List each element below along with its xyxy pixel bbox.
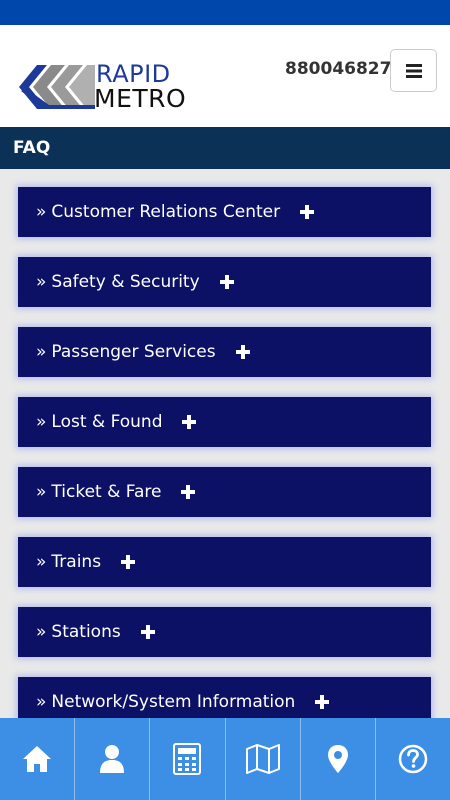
double-chevron-icon: » (36, 342, 47, 362)
plus-icon (235, 345, 250, 359)
help-icon (398, 744, 428, 774)
hamburger-icon (405, 63, 422, 78)
faq-item-passenger-services[interactable]: » Passenger Services (18, 327, 431, 377)
rapid-metro-logo[interactable]: RAPID METRO (15, 60, 205, 113)
home-icon (23, 746, 52, 772)
double-chevron-icon: » (36, 202, 47, 222)
plus-icon (140, 625, 155, 639)
double-chevron-icon: » (36, 692, 47, 712)
plus-icon (181, 485, 196, 499)
nav-help-button[interactable] (376, 718, 450, 800)
faq-item-safety-security[interactable]: » Safety & Security (18, 257, 431, 307)
double-chevron-icon: » (36, 552, 47, 572)
plus-icon (219, 275, 234, 289)
logo-chevrons-icon (19, 65, 95, 109)
location-pin-icon (327, 745, 348, 773)
faq-item-label: Ticket & Fare (51, 482, 162, 502)
faq-item-label: Trains (51, 552, 102, 572)
user-icon (100, 745, 125, 773)
menu-button[interactable] (390, 49, 437, 92)
faq-item-label: Safety & Security (51, 272, 200, 292)
plus-icon (315, 695, 330, 709)
page-title: FAQ (0, 127, 450, 169)
faq-item-label: Passenger Services (51, 342, 216, 362)
double-chevron-icon: » (36, 622, 47, 642)
faq-item-trains[interactable]: » Trains (18, 537, 431, 587)
plus-icon (121, 555, 136, 569)
nav-profile-button[interactable] (75, 718, 151, 800)
bottom-nav (0, 718, 450, 800)
logo-text-metro: METRO (94, 84, 187, 113)
nav-location-button[interactable] (301, 718, 376, 800)
faq-item-label: Network/System Information (51, 692, 296, 712)
calculator-icon (173, 743, 202, 775)
phone-number[interactable]: 8800468277 (285, 59, 403, 79)
faq-item-lost-found[interactable]: » Lost & Found (18, 397, 431, 447)
faq-item-ticket-fare[interactable]: » Ticket & Fare (18, 467, 431, 517)
map-icon (245, 744, 280, 774)
faq-list: » Customer Relations Center » Safety & S… (0, 169, 450, 718)
plus-icon (300, 205, 315, 219)
faq-item-stations[interactable]: » Stations (18, 607, 431, 657)
plus-icon (182, 415, 197, 429)
faq-item-label: Lost & Found (51, 412, 163, 432)
nav-map-button[interactable] (226, 718, 301, 800)
faq-item-customer-relations[interactable]: » Customer Relations Center (18, 187, 431, 237)
double-chevron-icon: » (36, 412, 47, 432)
faq-item-label: Customer Relations Center (51, 202, 281, 222)
faq-item-network-system[interactable]: » Network/System Information (18, 677, 431, 718)
status-bar (0, 0, 450, 25)
nav-fare-calculator-button[interactable] (150, 718, 226, 800)
faq-item-label: Stations (51, 622, 121, 642)
header: RAPID METRO 8800468277 (0, 25, 450, 127)
double-chevron-icon: » (36, 272, 47, 292)
nav-home-button[interactable] (0, 718, 76, 800)
double-chevron-icon: » (36, 482, 47, 502)
